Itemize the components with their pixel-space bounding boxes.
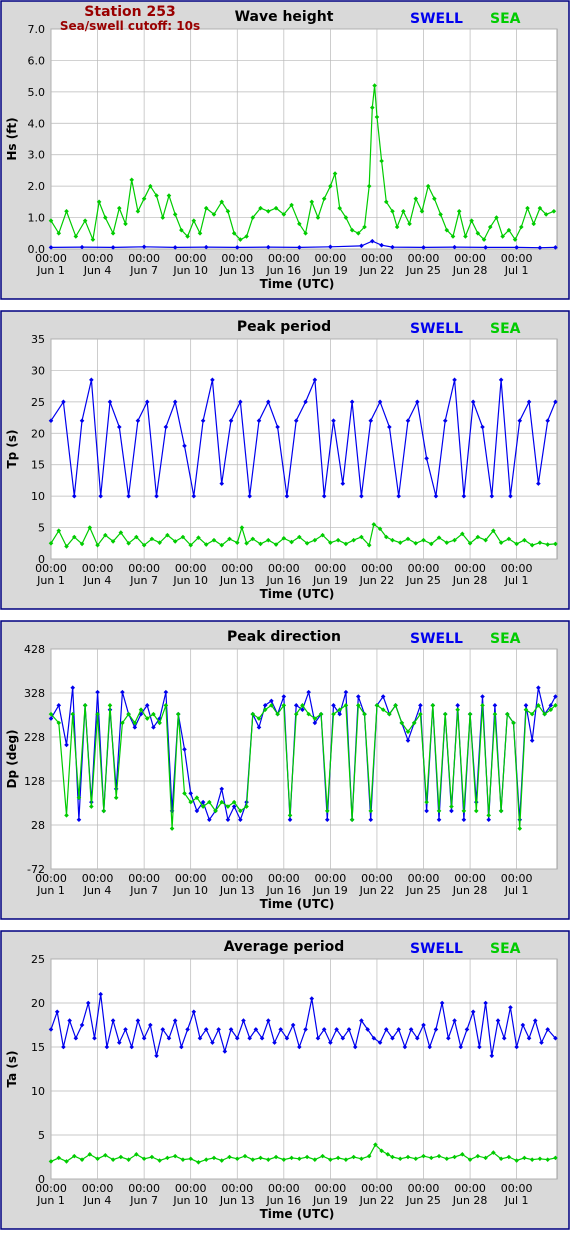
- y-tick-label: 128: [24, 775, 45, 788]
- x-tick-date: Jun 25: [405, 1194, 441, 1207]
- x-tick-date: Jun 19: [312, 884, 348, 897]
- station-title: Station 253: [84, 4, 175, 20]
- y-tick-label: 328: [24, 687, 45, 700]
- y-tick-label: 20: [31, 427, 45, 440]
- y-tick-label: 7.0: [28, 23, 46, 36]
- y-tick-label: 5: [38, 1129, 45, 1142]
- y-tick-label: 1.0: [28, 212, 46, 225]
- chart-title: Peak period: [237, 319, 331, 335]
- x-tick-date: Jul 1: [504, 884, 529, 897]
- x-tick-date: Jul 1: [504, 264, 529, 277]
- x-tick-date: Jun 28: [452, 264, 488, 277]
- x-tick-date: Jun 4: [83, 574, 112, 587]
- legend-swell: SWELL: [410, 11, 463, 27]
- plot-area: [50, 338, 558, 560]
- x-tick-date: Jun 7: [129, 264, 158, 277]
- legend-swell: SWELL: [410, 631, 463, 647]
- x-tick-date: Jun 19: [312, 264, 348, 277]
- x-tick-date: Jun 7: [129, 884, 158, 897]
- x-tick-date: Jun 16: [265, 1194, 301, 1207]
- y-tick-label: 10: [31, 490, 45, 503]
- y-tick-label: 3.0: [28, 149, 46, 162]
- x-tick-date: Jun 4: [83, 1194, 112, 1207]
- wave-data-figure: 0.01.02.03.04.05.06.07.000:00Jun 100:00J…: [0, 0, 570, 1230]
- legend-swell: SWELL: [410, 321, 463, 337]
- chart-panel-1: 0.01.02.03.04.05.06.07.000:00Jun 100:00J…: [0, 0, 570, 300]
- x-tick-date: Jun 22: [359, 574, 395, 587]
- y-tick-label: 428: [24, 643, 45, 656]
- x-tick-date: Jun 13: [219, 1194, 255, 1207]
- y-tick-label: 28: [31, 819, 45, 832]
- x-tick-date: Jun 7: [129, 1194, 158, 1207]
- chart-title: Wave height: [235, 9, 334, 25]
- y-tick-label: 6.0: [28, 54, 46, 67]
- x-tick-date: Jul 1: [504, 574, 529, 587]
- x-tick-date: Jun 16: [265, 884, 301, 897]
- x-tick-date: Jun 7: [129, 574, 158, 587]
- y-tick-label: 10: [31, 1085, 45, 1098]
- legend-sea: SEA: [490, 631, 521, 647]
- x-tick-date: Jun 10: [172, 574, 208, 587]
- x-tick-date: Jun 28: [452, 1194, 488, 1207]
- y-axis-label: Hs (ft): [5, 117, 19, 160]
- plot-area: [50, 648, 558, 870]
- y-tick-label: 228: [24, 731, 45, 744]
- x-tick-date: Jun 16: [265, 574, 301, 587]
- y-tick-label: 4.0: [28, 117, 46, 130]
- y-tick-label: 2.0: [28, 180, 46, 193]
- x-tick-date: Jun 22: [359, 264, 395, 277]
- y-tick-label: 15: [31, 459, 45, 472]
- y-tick-label: 35: [31, 333, 45, 346]
- x-tick-date: Jun 1: [36, 1194, 65, 1207]
- x-tick-date: Jun 22: [359, 1194, 395, 1207]
- plot-area: [50, 958, 558, 1180]
- x-tick-date: Jun 28: [452, 574, 488, 587]
- y-axis-label: Dp (deg): [5, 729, 19, 788]
- legend-sea: SEA: [490, 11, 521, 27]
- x-tick-date: Jun 4: [83, 264, 112, 277]
- x-tick-date: Jun 25: [405, 884, 441, 897]
- y-tick-label: 20: [31, 997, 45, 1010]
- legend-swell: SWELL: [410, 941, 463, 957]
- x-tick-date: Jun 1: [36, 574, 65, 587]
- x-tick-date: Jun 25: [405, 574, 441, 587]
- y-axis-label: Tp (s): [5, 429, 19, 468]
- y-tick-label: 25: [31, 396, 45, 409]
- x-tick-date: Jun 10: [172, 1194, 208, 1207]
- x-tick-date: Jun 13: [219, 264, 255, 277]
- x-axis-label: Time (UTC): [260, 277, 335, 291]
- x-tick-date: Jun 16: [265, 264, 301, 277]
- chart-title: Average period: [224, 939, 345, 955]
- x-axis-label: Time (UTC): [260, 587, 335, 601]
- x-axis-label: Time (UTC): [260, 897, 335, 911]
- y-tick-label: 25: [31, 953, 45, 966]
- x-tick-date: Jun 19: [312, 574, 348, 587]
- x-tick-date: Jun 13: [219, 574, 255, 587]
- x-tick-date: Jun 1: [36, 264, 65, 277]
- y-axis-label: Ta (s): [5, 1050, 19, 1087]
- y-tick-label: 5: [38, 522, 45, 535]
- x-tick-date: Jun 1: [36, 884, 65, 897]
- x-tick-date: Jun 19: [312, 1194, 348, 1207]
- legend-sea: SEA: [490, 941, 521, 957]
- x-tick-date: Jun 10: [172, 884, 208, 897]
- y-tick-label: 15: [31, 1041, 45, 1054]
- y-tick-label: 30: [31, 364, 45, 377]
- legend-sea: SEA: [490, 321, 521, 337]
- x-tick-date: Jun 28: [452, 884, 488, 897]
- station-subtitle: Sea/swell cutoff: 10s: [60, 19, 200, 33]
- x-tick-date: Jun 13: [219, 884, 255, 897]
- x-tick-date: Jun 22: [359, 884, 395, 897]
- chart-panel-3: -722812822832842800:00Jun 100:00Jun 400:…: [0, 620, 570, 920]
- x-axis-label: Time (UTC): [260, 1207, 335, 1221]
- y-tick-label: 5.0: [28, 86, 46, 99]
- x-tick-date: Jun 10: [172, 264, 208, 277]
- x-tick-date: Jul 1: [504, 1194, 529, 1207]
- chart-panel-2: 0510152025303500:00Jun 100:00Jun 400:00J…: [0, 310, 570, 610]
- x-tick-date: Jun 25: [405, 264, 441, 277]
- chart-title: Peak direction: [227, 629, 341, 645]
- chart-panel-4: 051015202500:00Jun 100:00Jun 400:00Jun 7…: [0, 930, 570, 1230]
- x-tick-date: Jun 4: [83, 884, 112, 897]
